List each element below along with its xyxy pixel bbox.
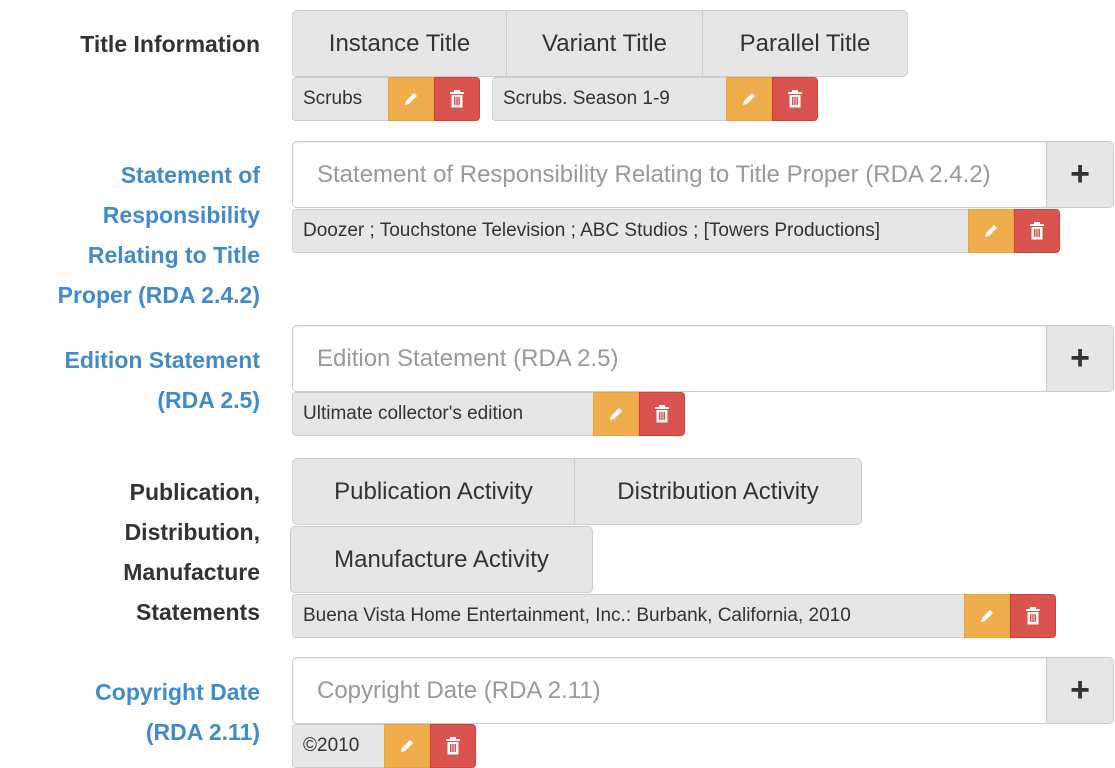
label-line: Statements [136,599,260,625]
add-edition-button[interactable]: + [1046,325,1114,392]
tab-publication-activity[interactable]: Publication Activity [292,458,575,525]
tab-manufacture-activity[interactable]: Manufacture Activity [290,526,593,593]
delete-button[interactable] [434,77,480,121]
edit-button[interactable] [726,77,772,121]
trash-icon [787,89,803,109]
copyright-tag-text: ©2010 [292,724,384,768]
edit-button[interactable] [384,724,430,768]
label-line: Copyright Date [95,679,260,705]
tab-variant-title[interactable]: Variant Title [506,10,703,77]
publication-tag: Buena Vista Home Entertainment, Inc.: Bu… [292,594,1056,638]
edition-input[interactable] [292,325,1047,392]
label-line: Manufacture [123,559,260,585]
copyright-label[interactable]: Copyright Date (RDA 2.11) [95,672,260,752]
trash-icon [1029,221,1045,241]
label-line: Statement of [120,162,260,188]
copyright-input[interactable] [292,657,1047,724]
delete-button[interactable] [772,77,818,121]
tab-instance-title[interactable]: Instance Title [292,10,507,77]
plus-icon: + [1070,155,1090,193]
title-tag-text: Scrubs [292,77,388,121]
label-line: Proper (RDA 2.4.2) [57,282,260,308]
pencil-icon [402,90,420,108]
delete-button[interactable] [430,724,476,768]
delete-button[interactable] [1014,209,1060,253]
edition-tag: Ultimate collector's edition [292,392,685,436]
pencil-icon [982,222,1000,240]
delete-button[interactable] [1010,594,1056,638]
responsibility-input[interactable] [292,141,1047,208]
delete-button[interactable] [639,392,685,436]
label-line: Distribution, [124,519,260,545]
title-tag: Scrubs. Season 1-9 [492,77,818,121]
publication-label: Publication, Distribution, Manufacture S… [123,472,260,632]
title-information-label: Title Information [80,31,260,57]
label-line: Relating to Title [87,242,260,268]
tab-parallel-title[interactable]: Parallel Title [702,10,908,77]
pencil-icon [740,90,758,108]
edit-button[interactable] [388,77,434,121]
edit-button[interactable] [593,392,639,436]
plus-icon: + [1070,339,1090,377]
label-line: (RDA 2.11) [145,719,260,745]
edit-button[interactable] [964,594,1010,638]
label-line: Publication, [129,479,260,505]
pencil-icon [607,405,625,423]
trash-icon [445,736,461,756]
copyright-tag: ©2010 [292,724,476,768]
title-tag: Scrubs [292,77,480,121]
edit-button[interactable] [968,209,1014,253]
responsibility-tag: Doozer ; Touchstone Television ; ABC Stu… [292,209,1060,253]
trash-icon [449,89,465,109]
trash-icon [1025,606,1041,626]
edition-tag-text: Ultimate collector's edition [292,392,593,436]
pencil-icon [978,607,996,625]
pencil-icon [398,737,416,755]
trash-icon [654,404,670,424]
title-tag-text: Scrubs. Season 1-9 [492,77,726,121]
label-line: (RDA 2.5) [157,387,260,413]
add-responsibility-button[interactable]: + [1046,141,1114,208]
plus-icon: + [1070,671,1090,709]
label-line: Edition Statement [64,347,260,373]
responsibility-label[interactable]: Statement of Responsibility Relating to … [58,155,260,315]
responsibility-tag-text: Doozer ; Touchstone Television ; ABC Stu… [292,209,968,253]
tab-distribution-activity[interactable]: Distribution Activity [574,458,862,525]
edition-label[interactable]: Edition Statement (RDA 2.5) [64,340,260,420]
publication-tag-text: Buena Vista Home Entertainment, Inc.: Bu… [292,594,964,638]
add-copyright-button[interactable]: + [1046,657,1114,724]
label-line: Responsibility [102,202,260,228]
